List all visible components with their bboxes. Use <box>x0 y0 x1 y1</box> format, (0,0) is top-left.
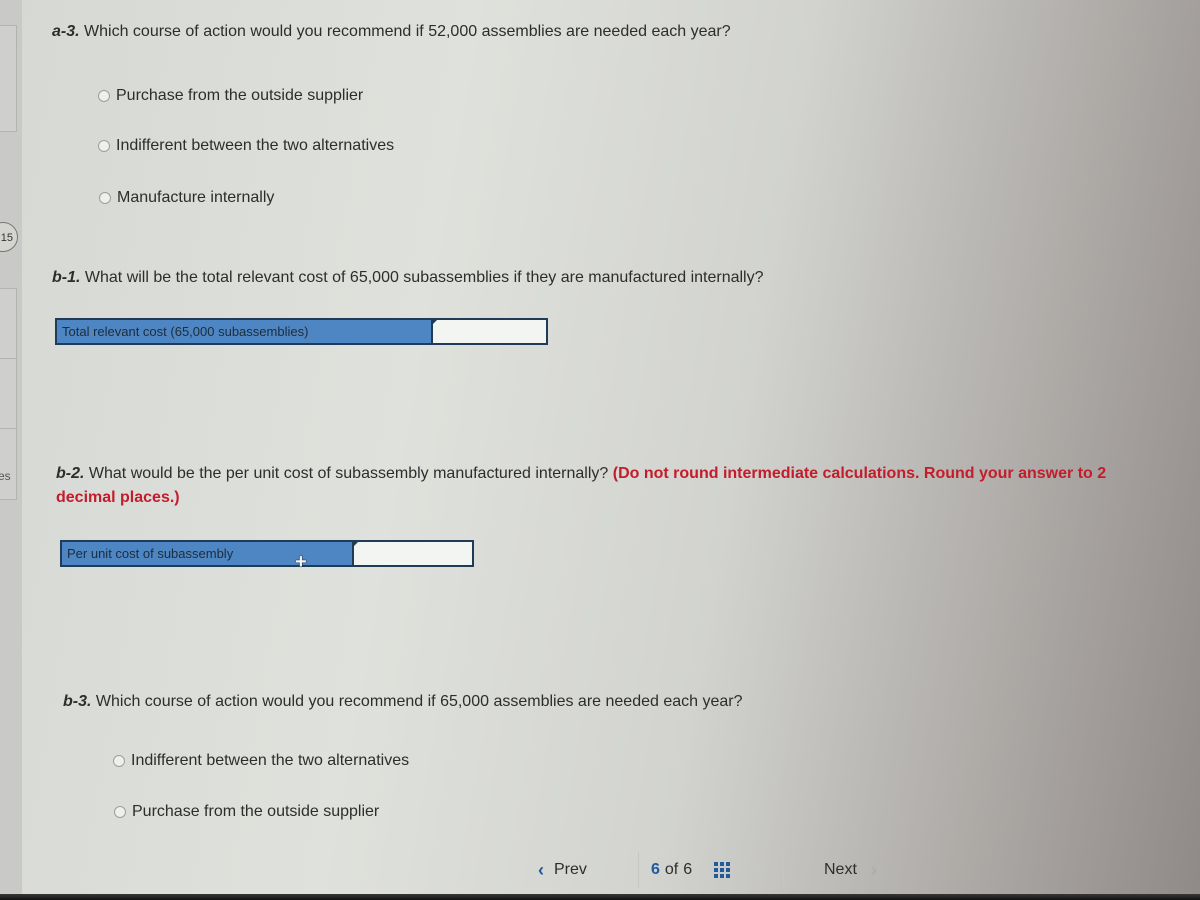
question-number: b-3. <box>63 693 92 710</box>
total-relevant-cost-input[interactable] <box>431 320 546 343</box>
page-indicator: 6 of 6 <box>639 852 784 888</box>
radio-button[interactable] <box>114 806 126 818</box>
radio-button[interactable] <box>98 140 110 152</box>
current-page: 6 <box>651 861 660 878</box>
question-b3: b-3. Which course of action would you re… <box>63 693 743 711</box>
question-text: Which course of action would you recomme… <box>95 693 743 710</box>
radio-button[interactable] <box>99 192 111 204</box>
radio-label: Purchase from the outside supplier <box>132 803 380 820</box>
prev-label: Prev <box>554 861 587 878</box>
answer-row-total-relevant-cost: Total relevant cost (65,000 subassemblie… <box>55 318 548 345</box>
radio-option-purchase[interactable]: Purchase from the outside supplier <box>98 87 363 105</box>
radio-option-purchase[interactable]: Purchase from the outside supplier <box>114 803 379 821</box>
radio-option-indifferent[interactable]: Indifferent between the two alternatives <box>113 752 409 770</box>
radio-label: Indifferent between the two alternatives <box>131 752 410 769</box>
sidebar-item[interactable] <box>0 358 17 430</box>
answer-label: Total relevant cost (65,000 subassemblie… <box>57 320 431 343</box>
question-number-badge[interactable]: 15 <box>0 222 18 252</box>
prev-button[interactable]: ‹ Prev <box>530 852 639 888</box>
sidebar-item[interactable] <box>0 428 17 500</box>
sidebar-item[interactable] <box>0 288 17 360</box>
radio-label: Indifferent between the two alternatives <box>116 137 395 154</box>
question-number: a-3. <box>52 23 80 40</box>
total-pages: 6 <box>683 861 693 878</box>
chevron-left-icon: ‹ <box>538 859 544 880</box>
radio-label: Manufacture internally <box>117 189 275 206</box>
radio-button[interactable] <box>113 755 125 767</box>
answer-label: Per unit cost of subassembly <box>62 542 352 565</box>
radio-option-manufacture[interactable]: Manufacture internally <box>99 189 274 207</box>
page-of-label: of <box>664 861 679 878</box>
chevron-right-icon: › <box>870 859 877 880</box>
question-a3: a-3. Which course of action would you re… <box>52 23 731 41</box>
question-b1: b-1. What will be the total relevant cos… <box>52 269 764 287</box>
sidebar-partial-label: es <box>0 469 11 483</box>
input-marker-icon <box>433 320 437 324</box>
mouse-cursor-icon: + <box>295 551 307 573</box>
question-number: b-1. <box>52 269 81 286</box>
per-unit-cost-input[interactable] <box>352 542 472 565</box>
left-sidebar: 15 es <box>0 0 22 900</box>
question-navigation: ‹ Prev 6 of 6 Next › <box>530 852 877 888</box>
question-text: Which course of action would you recomme… <box>84 23 731 40</box>
question-text: What will be the total relevant cost of … <box>84 269 764 286</box>
question-text: What would be the per unit cost of subas… <box>88 465 609 482</box>
next-button[interactable]: Next › <box>784 852 877 888</box>
question-b2: b-2. What would be the per unit cost of … <box>56 462 1136 510</box>
radio-label: Purchase from the outside supplier <box>116 87 364 104</box>
screen-bezel <box>0 894 1200 900</box>
next-label: Next <box>824 861 857 878</box>
grid-icon[interactable] <box>714 862 731 878</box>
radio-button[interactable] <box>98 90 110 102</box>
sidebar-item[interactable] <box>0 25 17 132</box>
question-number: b-2. <box>56 465 85 482</box>
input-marker-icon <box>354 542 358 546</box>
radio-option-indifferent[interactable]: Indifferent between the two alternatives <box>98 137 394 155</box>
answer-row-per-unit-cost: Per unit cost of subassembly <box>60 540 474 567</box>
